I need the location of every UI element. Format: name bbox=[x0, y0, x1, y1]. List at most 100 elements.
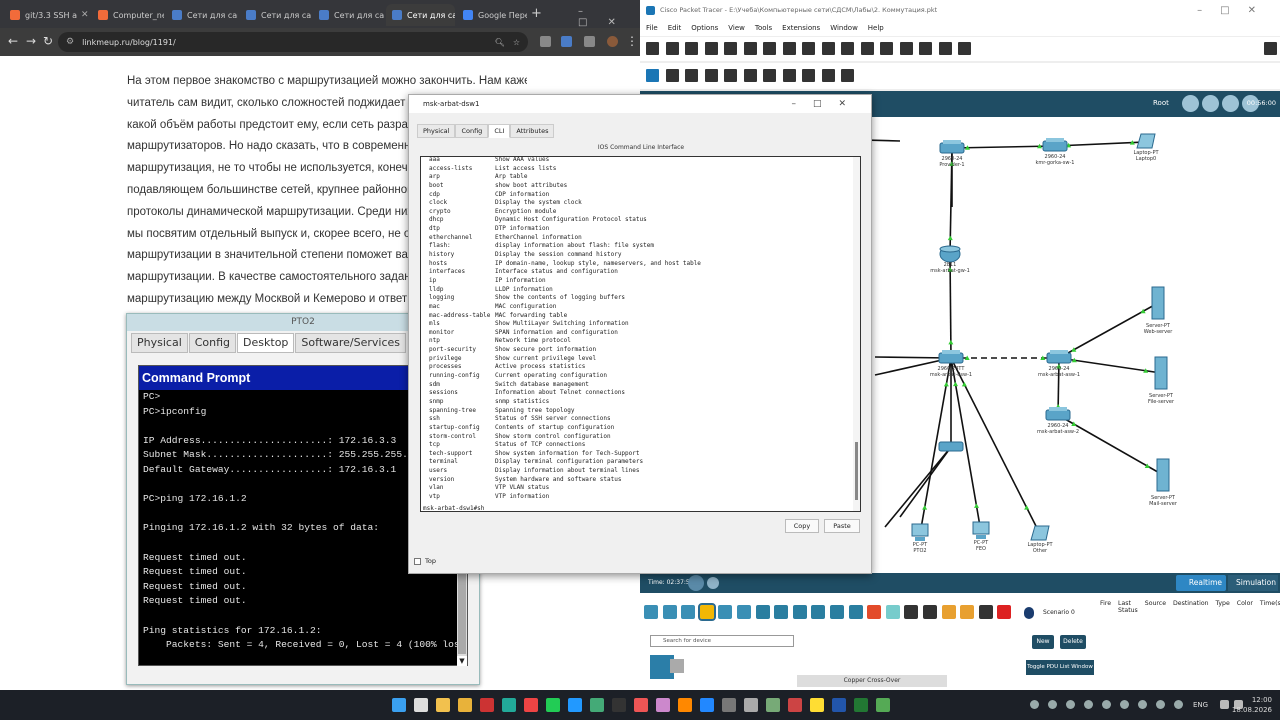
browser-tab[interactable]: Google Пере✕ bbox=[457, 4, 527, 26]
dialog-tab[interactable]: CLI bbox=[488, 124, 511, 138]
extension-icon[interactable] bbox=[540, 36, 551, 47]
end-devices-icon[interactable] bbox=[662, 605, 677, 619]
realtime-button[interactable]: Realtime bbox=[1176, 575, 1226, 591]
zoom-reset-icon[interactable] bbox=[880, 42, 893, 55]
select-icon[interactable] bbox=[646, 69, 659, 82]
cable-auto-icon[interactable] bbox=[867, 605, 882, 619]
app-icon[interactable] bbox=[678, 698, 692, 712]
zoom-in-icon[interactable] bbox=[841, 42, 854, 55]
add-pdu-icon[interactable] bbox=[821, 69, 835, 82]
language-indicator[interactable]: ENG bbox=[1193, 701, 1208, 709]
dialog-tab[interactable]: Attributes bbox=[510, 124, 555, 138]
cable-phone-icon[interactable] bbox=[960, 605, 975, 619]
pc-icon[interactable]: PC-PTFEO bbox=[972, 521, 990, 552]
pt-menu-item[interactable]: Extensions bbox=[782, 24, 820, 32]
whatsapp-icon[interactable] bbox=[546, 698, 560, 712]
zoom-icon[interactable]: 🔍︎ bbox=[495, 38, 505, 47]
app-icon[interactable] bbox=[744, 698, 758, 712]
palette-icon[interactable] bbox=[919, 42, 932, 55]
pc-icon[interactable]: PC-PTPTO2 bbox=[911, 523, 929, 554]
packet-tracer-icon[interactable] bbox=[810, 698, 824, 712]
tray-icon[interactable] bbox=[1138, 700, 1147, 709]
laptop-icon[interactable]: Laptop-PTLaptop0 bbox=[1133, 133, 1159, 162]
menu-dots-icon[interactable]: ⋮ bbox=[626, 34, 638, 48]
cable-coax-icon[interactable] bbox=[978, 605, 993, 619]
toggle-pdu-list-button[interactable]: Toggle PDU List Window bbox=[1026, 660, 1094, 675]
app-icon[interactable] bbox=[590, 698, 604, 712]
ellipse-icon[interactable] bbox=[782, 69, 796, 82]
extension-icon[interactable] bbox=[584, 36, 595, 47]
grid-icon[interactable] bbox=[670, 659, 684, 673]
info-icon[interactable] bbox=[724, 42, 737, 55]
pt-menu-item[interactable]: Options bbox=[691, 24, 718, 32]
server-icon[interactable]: Server-PTFile-server bbox=[1148, 356, 1175, 405]
security-icon[interactable] bbox=[830, 605, 844, 619]
undo-icon[interactable] bbox=[802, 42, 815, 55]
reload-icon[interactable]: ↻ bbox=[43, 34, 53, 48]
tray-icon[interactable] bbox=[1120, 700, 1129, 709]
routers-icon[interactable] bbox=[755, 605, 770, 619]
pt-menu-item[interactable]: Tools bbox=[755, 24, 772, 32]
scrollbar-thumb[interactable] bbox=[855, 442, 858, 500]
wizard-icon[interactable] bbox=[743, 42, 757, 55]
connections-icon[interactable] bbox=[697, 603, 716, 621]
browser-tab[interactable]: Computer_ne✕ bbox=[92, 4, 164, 26]
cable-cross-icon[interactable] bbox=[923, 605, 937, 619]
simulation-button[interactable]: Simulation bbox=[1228, 575, 1278, 591]
pt-menu-item[interactable]: Window bbox=[830, 24, 858, 32]
tray-icon[interactable] bbox=[1102, 700, 1111, 709]
app-icon[interactable] bbox=[788, 698, 802, 712]
folder-icon[interactable] bbox=[458, 698, 472, 712]
bookmark-star-icon[interactable]: ☆ bbox=[513, 38, 520, 47]
switch-icon[interactable]: 2960-24msk-arbat-asw-2 bbox=[1037, 407, 1079, 435]
switches-icon[interactable] bbox=[774, 605, 789, 619]
resize-icon[interactable] bbox=[704, 69, 718, 82]
tray-icon[interactable] bbox=[1174, 700, 1183, 709]
pt-menu-item[interactable]: Edit bbox=[668, 24, 682, 32]
pc2-tab[interactable]: Software/Services bbox=[295, 333, 407, 353]
pc2-tab[interactable]: Desktop bbox=[237, 333, 295, 353]
wifi-icon[interactable] bbox=[1220, 700, 1229, 709]
app-icon[interactable] bbox=[480, 698, 494, 712]
wan-icon[interactable] bbox=[848, 605, 863, 619]
drawing-icon[interactable] bbox=[899, 42, 913, 55]
pt-menu-item[interactable]: View bbox=[728, 24, 745, 32]
pc2-tab[interactable]: Config bbox=[188, 333, 237, 353]
switch-icon[interactable] bbox=[938, 441, 964, 452]
cli-scrollbar[interactable] bbox=[853, 157, 860, 511]
browser-tab[interactable]: git/3.3 SSH a ✕ bbox=[4, 4, 90, 26]
fast-forward-icon[interactable] bbox=[707, 577, 719, 589]
extension-icon[interactable] bbox=[561, 36, 572, 47]
zoom-out-icon[interactable] bbox=[860, 42, 874, 55]
cluster-icon[interactable] bbox=[1182, 95, 1199, 112]
new-file-icon[interactable] bbox=[646, 42, 659, 55]
server-icon[interactable]: Server-PTMail-server bbox=[1149, 458, 1178, 507]
browser-window-controls[interactable]: –□✕ bbox=[578, 6, 640, 28]
word-icon[interactable] bbox=[832, 698, 846, 712]
new-tab-icon[interactable]: + bbox=[531, 6, 542, 21]
search-icon[interactable] bbox=[414, 698, 428, 712]
switch-icon[interactable]: 2960-24kmr-gorka-sw-1 bbox=[1036, 138, 1075, 166]
file-explorer-icon[interactable] bbox=[436, 698, 450, 712]
pt-window-controls[interactable]: –□✕ bbox=[1197, 5, 1280, 16]
dialog-tab[interactable]: Config bbox=[455, 124, 489, 138]
copy-icon[interactable] bbox=[763, 42, 776, 55]
tray-icon[interactable] bbox=[1084, 700, 1093, 709]
vscode-icon[interactable] bbox=[700, 698, 714, 712]
cable-console-icon[interactable] bbox=[885, 605, 900, 619]
tray-icon[interactable] bbox=[1156, 700, 1165, 709]
router-icon[interactable]: 2811msk-arbat-gw-1 bbox=[930, 245, 970, 274]
open-file-icon[interactable] bbox=[665, 42, 679, 55]
telegram-icon[interactable] bbox=[568, 698, 582, 712]
help-icon[interactable] bbox=[1264, 42, 1277, 55]
site-info-icon[interactable]: ⚙ bbox=[66, 37, 74, 47]
checkbox-box[interactable] bbox=[414, 557, 421, 565]
app-icon[interactable] bbox=[766, 698, 780, 712]
custom-device-icon[interactable] bbox=[938, 42, 952, 55]
rectangle-icon[interactable] bbox=[763, 69, 776, 82]
scroll-down-icon[interactable]: ▼ bbox=[457, 656, 467, 666]
system-clock[interactable]: 12:00 18.08.2026 bbox=[1232, 695, 1272, 715]
tab-close-icon[interactable]: ✕ bbox=[77, 10, 89, 20]
copy-button[interactable]: Copy bbox=[785, 519, 819, 533]
wireless-icon[interactable] bbox=[811, 605, 826, 619]
